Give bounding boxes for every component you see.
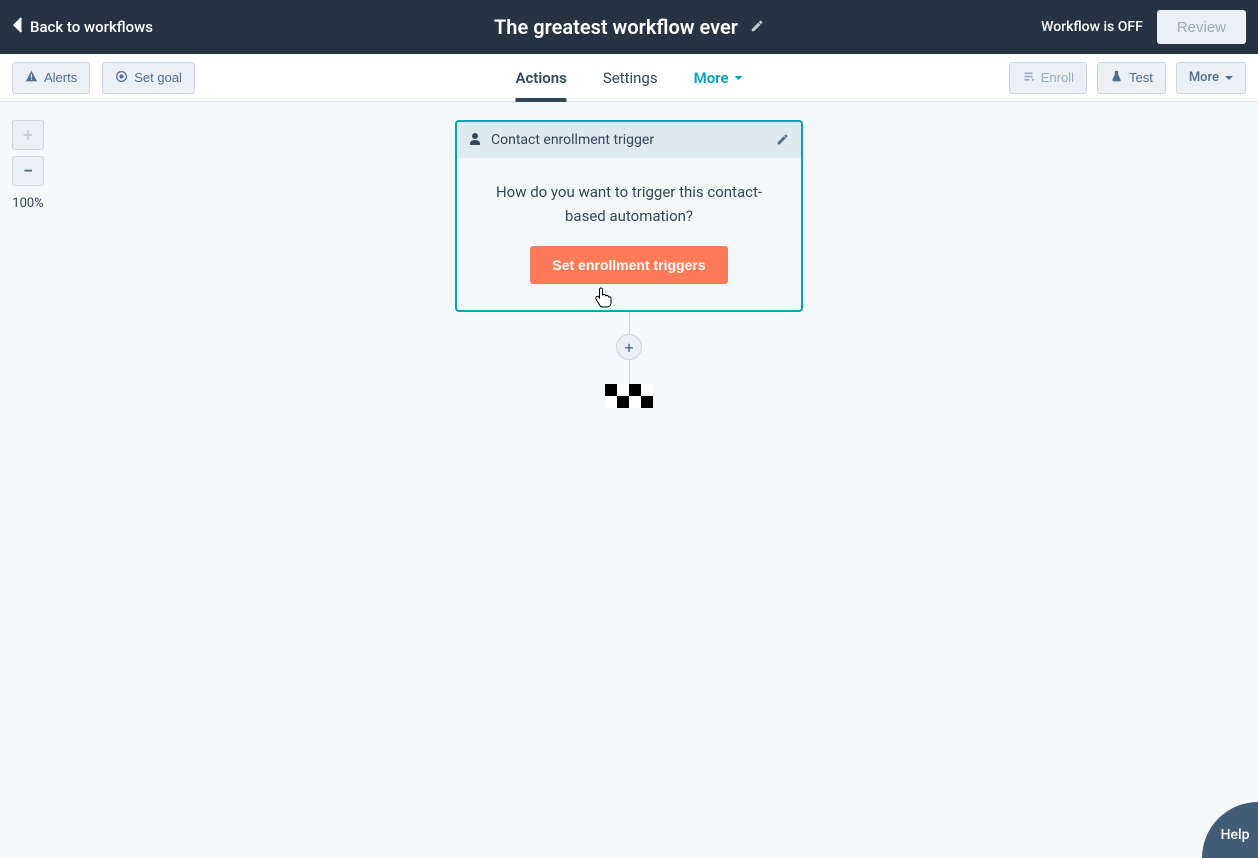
minus-icon: −: [23, 161, 33, 182]
toolbar-left: Alerts Set goal: [12, 62, 195, 94]
target-icon: [115, 70, 128, 86]
set-enrollment-triggers-button[interactable]: Set enrollment triggers: [530, 246, 727, 284]
zoom-percent: 100%: [12, 196, 43, 211]
back-to-workflows-link[interactable]: Back to workflows: [12, 17, 153, 37]
zoom-in-button[interactable]: +: [12, 120, 44, 150]
alerts-button[interactable]: Alerts: [12, 62, 90, 94]
plus-icon: +: [23, 125, 33, 146]
more-dropdown[interactable]: More: [1176, 62, 1246, 94]
warning-icon: [25, 70, 38, 86]
enroll-label: Enroll: [1041, 70, 1074, 85]
trigger-prompt: How do you want to trigger this contact-…: [477, 180, 781, 228]
add-action-button[interactable]: +: [616, 334, 642, 360]
top-bar: Back to workflows The greatest workflow …: [0, 0, 1258, 54]
test-button[interactable]: Test: [1097, 62, 1166, 94]
connector-line: [629, 312, 630, 334]
topbar-right: Workflow is OFF Review: [1041, 10, 1246, 44]
caret-down-icon: [735, 76, 743, 84]
more-label: More: [1189, 70, 1219, 85]
tab-actions[interactable]: Actions: [515, 54, 566, 101]
person-icon: [469, 131, 481, 150]
flow-column: Contact enrollment trigger How do you wa…: [455, 120, 803, 408]
zoom-controls: + − 100%: [12, 120, 44, 211]
tab-actions-label: Actions: [515, 69, 566, 87]
canvas[interactable]: + − 100% Contact enrollment trigger How …: [0, 102, 1258, 858]
finish-flag-icon: [605, 384, 653, 408]
help-label: Help: [1221, 827, 1250, 843]
secondary-toolbar: Alerts Set goal Actions Settings More En…: [0, 54, 1258, 102]
help-button[interactable]: Help: [1202, 802, 1258, 858]
trigger-card-body: How do you want to trigger this contact-…: [457, 158, 801, 310]
zoom-out-button[interactable]: −: [12, 156, 44, 186]
test-label: Test: [1129, 70, 1153, 85]
toolbar-right: Enroll Test More: [1009, 62, 1246, 94]
workflow-status: Workflow is OFF: [1041, 19, 1143, 35]
flask-icon: [1110, 70, 1123, 86]
workflow-title-wrap: The greatest workflow ever: [494, 15, 764, 39]
connector-line: [629, 360, 630, 384]
enrollment-trigger-card[interactable]: Contact enrollment trigger How do you wa…: [455, 120, 803, 312]
trigger-card-header: Contact enrollment trigger: [457, 122, 801, 158]
tab-settings[interactable]: Settings: [603, 54, 658, 101]
pencil-icon[interactable]: [776, 131, 789, 150]
pencil-icon[interactable]: [750, 18, 764, 37]
tab-more-label: More: [694, 69, 729, 87]
set-goal-button[interactable]: Set goal: [102, 62, 195, 94]
chevron-left-icon: [12, 17, 24, 37]
review-button[interactable]: Review: [1157, 10, 1246, 44]
tab-settings-label: Settings: [603, 69, 658, 87]
enroll-button[interactable]: Enroll: [1009, 62, 1087, 94]
enroll-icon: [1022, 70, 1035, 86]
caret-down-icon: [1225, 76, 1233, 84]
alerts-label: Alerts: [44, 70, 77, 85]
back-label: Back to workflows: [30, 18, 153, 36]
workflow-title: The greatest workflow ever: [494, 15, 738, 39]
trigger-card-title: Contact enrollment trigger: [491, 132, 766, 148]
tab-more[interactable]: More: [694, 54, 743, 101]
plus-icon: +: [624, 338, 633, 357]
tabs: Actions Settings More: [515, 54, 742, 101]
set-goal-label: Set goal: [134, 70, 182, 85]
